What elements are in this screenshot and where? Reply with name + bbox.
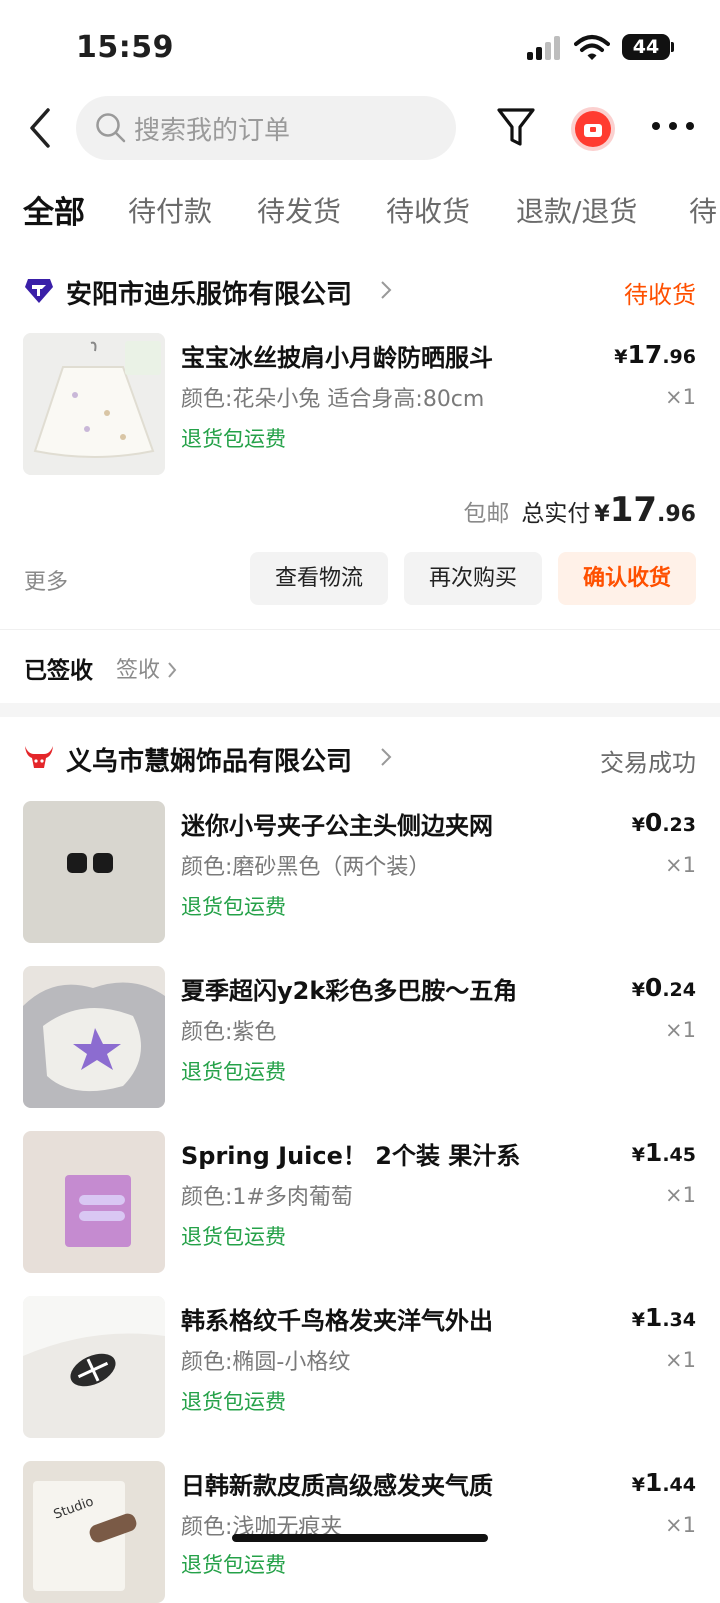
- product-image[interactable]: [23, 801, 165, 943]
- filter-icon[interactable]: [496, 106, 536, 150]
- product-title[interactable]: 日韩新款皮质高级感发夹气质: [181, 1466, 493, 1501]
- divider: [0, 629, 720, 630]
- shop-logo-icon: [25, 746, 53, 768]
- return-shipping-badge: 退货包运费: [181, 895, 286, 919]
- wifi-icon: [574, 35, 610, 60]
- confirm-receipt-button[interactable]: 确认收货: [558, 552, 696, 605]
- back-arrow-icon[interactable]: [26, 106, 56, 150]
- search-placeholder: 搜索我的订单: [134, 116, 291, 146]
- product-price: ¥0.24: [631, 973, 696, 1002]
- return-shipping-badge: 退货包运费: [181, 1060, 286, 1084]
- product-spec: 颜色:花朵小兔 适合身高:80cm: [181, 387, 485, 412]
- product-quantity: ×1: [665, 1018, 696, 1042]
- status-time: 15:59: [76, 30, 174, 65]
- product-title[interactable]: 迷你小号夹子公主头侧边夹网: [181, 806, 493, 841]
- shop-logo-icon: [25, 279, 53, 303]
- product-image[interactable]: Studio: [23, 1461, 165, 1603]
- tab-pending-shipment[interactable]: 待发货: [257, 190, 341, 230]
- return-shipping-badge: 退货包运费: [181, 427, 286, 451]
- product-image[interactable]: [23, 966, 165, 1108]
- delivery-state: 已签收: [24, 658, 93, 684]
- home-indicator[interactable]: [232, 1534, 488, 1542]
- product-quantity: ×1: [665, 1513, 696, 1537]
- search-icon: [96, 113, 126, 143]
- return-shipping-badge: 退货包运费: [181, 1225, 286, 1249]
- battery-cap: [671, 42, 674, 52]
- shop-name[interactable]: 安阳市迪乐服饰有限公司: [66, 274, 352, 311]
- product-quantity: ×1: [665, 385, 696, 409]
- chevron-right-icon: [381, 281, 392, 299]
- product-quantity: ×1: [665, 853, 696, 877]
- tab-pending-receipt[interactable]: 待收货: [386, 190, 470, 230]
- product-price: ¥17.96: [614, 340, 696, 369]
- product-title[interactable]: 宝宝冰丝披肩小月龄防晒服斗: [181, 338, 493, 373]
- chevron-right-icon: [381, 748, 392, 766]
- battery-indicator: 44: [622, 34, 670, 60]
- product-price: ¥1.45: [631, 1138, 696, 1167]
- order-total: 包邮 总实付 ¥17.96: [463, 490, 696, 530]
- buy-again-button[interactable]: 再次购买: [404, 552, 542, 605]
- return-shipping-badge: 退货包运费: [181, 1390, 286, 1414]
- delivery-detail-link[interactable]: 签收: [116, 652, 177, 684]
- order-status: 待收货: [624, 281, 696, 309]
- product-price: ¥0.23: [631, 808, 696, 837]
- order-separator: [0, 703, 720, 717]
- shipping-free-label: 包邮: [463, 501, 510, 527]
- product-spec: 颜色:椭圆-小格纹: [181, 1350, 351, 1375]
- cellular-signal-icon: [527, 36, 563, 60]
- order-status: 交易成功: [600, 749, 696, 777]
- chevron-right-icon: [168, 662, 177, 678]
- tab-refund[interactable]: 退款/退货: [516, 190, 637, 230]
- product-image[interactable]: [23, 1296, 165, 1438]
- product-price: ¥1.34: [631, 1303, 696, 1332]
- product-quantity: ×1: [665, 1183, 696, 1207]
- tab-pending-review[interactable]: 待: [689, 190, 717, 230]
- product-spec: 颜色:紫色: [181, 1020, 277, 1045]
- return-shipping-badge: 退货包运费: [181, 1553, 286, 1577]
- tab-all[interactable]: 全部: [23, 187, 85, 232]
- red-packet-icon[interactable]: [568, 104, 618, 154]
- product-price: ¥1.44: [631, 1468, 696, 1497]
- total-label: 总实付: [521, 501, 591, 527]
- shop-name[interactable]: 义乌市慧娴饰品有限公司: [66, 741, 352, 778]
- more-link[interactable]: 更多: [24, 564, 68, 596]
- product-title[interactable]: Spring Juice！ 2个装 果汁系: [181, 1136, 520, 1171]
- product-spec: 颜色:1#多肉葡萄: [181, 1185, 353, 1210]
- more-icon[interactable]: [650, 118, 696, 134]
- product-quantity: ×1: [665, 1348, 696, 1372]
- product-spec: 颜色:磨砂黑色（两个装）: [181, 855, 431, 880]
- product-image[interactable]: [23, 1131, 165, 1273]
- product-title[interactable]: 韩系格纹千鸟格发夹洋气外出: [181, 1301, 493, 1336]
- product-title[interactable]: 夏季超闪y2k彩色多巴胺～五角: [181, 971, 517, 1006]
- view-logistics-button[interactable]: 查看物流: [250, 552, 388, 605]
- product-image[interactable]: [23, 333, 165, 475]
- tab-pending-payment[interactable]: 待付款: [128, 190, 212, 230]
